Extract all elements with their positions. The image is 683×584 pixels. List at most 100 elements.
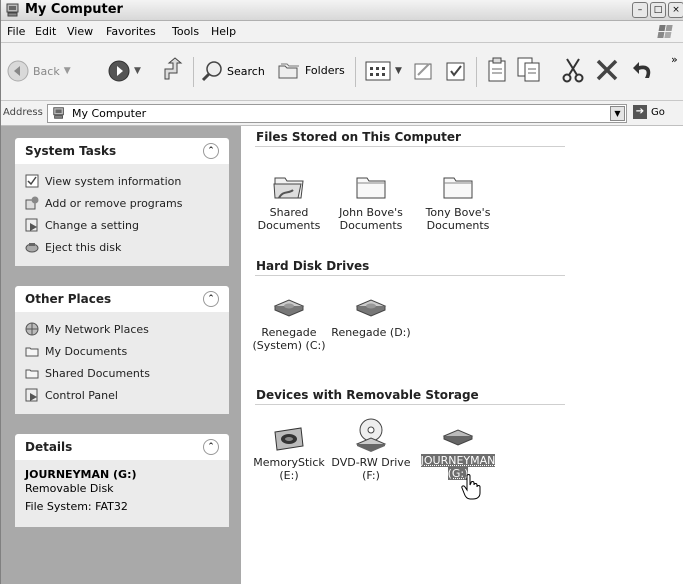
group-removable-title: Devices with Removable Storage — [256, 388, 479, 402]
task-label: View system information — [45, 175, 181, 188]
drive-renegade-d[interactable]: Renegade (D:) — [331, 296, 411, 339]
place-label: Shared Documents — [45, 367, 150, 380]
item-label: Tony Bove's Documents — [426, 206, 491, 232]
menu-help[interactable]: Help — [211, 25, 236, 38]
place-my-network-places[interactable]: My Network Places — [25, 318, 219, 340]
address-dropdown-icon[interactable]: ▼ — [610, 106, 625, 121]
up-folder-icon[interactable] — [161, 57, 185, 83]
go-label: Go — [651, 107, 665, 118]
folder-icon — [353, 170, 389, 202]
task-label: Eject this disk — [45, 241, 121, 254]
item-label: JOURNEYMAN (G:) — [421, 454, 496, 480]
hard-drive-icon — [353, 296, 389, 322]
cut-icon[interactable] — [561, 57, 585, 83]
hand-cursor-icon — [461, 474, 483, 500]
system-tasks-panel: System Tasks ⌃ View system information A… — [15, 138, 229, 266]
other-places-header[interactable]: Other Places ⌃ — [15, 286, 229, 312]
system-tasks-header[interactable]: System Tasks ⌃ — [15, 138, 229, 164]
folder-tony-bove-documents[interactable]: Tony Bove's Documents — [418, 170, 498, 232]
details-panel: Details ⌃ JOURNEYMAN (G:) Removable Disk… — [15, 434, 229, 527]
place-label: Control Panel — [45, 389, 118, 402]
folders-label: Folders — [305, 64, 345, 77]
control-panel-icon — [25, 388, 39, 402]
content-pane: Files Stored on This Computer Shared Doc… — [241, 126, 683, 584]
maximize-button[interactable]: □ — [650, 2, 666, 18]
views-dropdown-icon[interactable]: ▼ — [395, 66, 402, 76]
control-panel-icon — [25, 218, 39, 232]
folder-icon — [440, 170, 476, 202]
task-add-remove-programs[interactable]: Add or remove programs — [25, 192, 219, 214]
collapse-chevron-icon[interactable]: ⌃ — [203, 439, 219, 455]
views-icon — [365, 61, 391, 81]
title-bar[interactable]: My Computer – □ × — [1, 0, 683, 21]
window-title: My Computer — [25, 2, 123, 17]
panel-title: Other Places — [25, 292, 111, 306]
windows-logo-icon — [654, 23, 678, 40]
item-label: Shared Documents — [258, 206, 321, 232]
folder-shared-documents[interactable]: Shared Documents — [249, 170, 329, 232]
task-eject-disk[interactable]: Eject this disk — [25, 236, 219, 258]
toolbar: Back ▼ ▼ Search Folders ▼ » — [1, 43, 683, 101]
back-arrow-icon — [7, 60, 29, 82]
back-label: Back — [33, 65, 60, 78]
toolbar-overflow-chevron[interactable]: » — [671, 53, 678, 66]
my-computer-icon — [5, 2, 21, 18]
place-control-panel[interactable]: Control Panel — [25, 384, 219, 406]
panel-title: Details — [25, 440, 72, 454]
details-name: JOURNEYMAN (G:) — [25, 468, 219, 481]
task-view-system-info[interactable]: View system information — [25, 170, 219, 192]
menu-file[interactable]: File — [7, 25, 25, 38]
item-label: Renegade (System) (C:) — [252, 326, 325, 352]
copy-to-icon[interactable] — [445, 60, 467, 82]
item-label: DVD-RW Drive (F:) — [331, 456, 410, 482]
forward-dropdown-icon[interactable]: ▼ — [134, 66, 141, 76]
collapse-chevron-icon[interactable]: ⌃ — [203, 291, 219, 307]
item-label: John Bove's Documents — [339, 206, 403, 232]
task-change-setting[interactable]: Change a setting — [25, 214, 219, 236]
add-remove-icon — [25, 196, 39, 210]
search-button[interactable]: Search — [201, 60, 265, 82]
drive-journeyman-g[interactable]: JOURNEYMAN (G:) — [418, 426, 498, 480]
place-my-documents[interactable]: My Documents — [25, 340, 219, 362]
close-button[interactable]: × — [668, 2, 683, 18]
other-places-panel: Other Places ⌃ My Network Places My Docu… — [15, 286, 229, 414]
go-button[interactable]: ➔ Go — [633, 105, 665, 119]
drive-dvd-rw-f[interactable]: DVD-RW Drive (F:) — [331, 418, 411, 482]
place-shared-documents[interactable]: Shared Documents — [25, 362, 219, 384]
hard-drive-icon — [271, 296, 307, 322]
paste-icon[interactable] — [487, 57, 509, 83]
views-button[interactable]: ▼ — [365, 61, 402, 81]
place-label: My Documents — [45, 345, 127, 358]
removable-disk-icon — [440, 426, 476, 450]
details-header[interactable]: Details ⌃ — [15, 434, 229, 460]
place-label: My Network Places — [45, 323, 149, 336]
back-button[interactable]: Back ▼ — [7, 60, 71, 82]
forward-button[interactable]: ▼ — [108, 60, 141, 82]
undo-icon[interactable] — [631, 58, 655, 82]
group-drives-title: Hard Disk Drives — [256, 259, 369, 273]
copy-icon[interactable] — [517, 57, 541, 83]
group-files-title: Files Stored on This Computer — [256, 130, 461, 144]
minimize-button[interactable]: – — [632, 2, 648, 18]
menu-favorites[interactable]: Favorites — [106, 25, 156, 38]
folders-button[interactable]: Folders — [277, 60, 345, 80]
address-input[interactable]: My Computer ▼ — [47, 104, 627, 123]
drive-renegade-c[interactable]: Renegade (System) (C:) — [249, 296, 329, 352]
menu-view[interactable]: View — [67, 25, 93, 38]
details-type: Removable Disk — [25, 482, 219, 495]
menu-tools[interactable]: Tools — [172, 25, 199, 38]
task-label: Add or remove programs — [45, 197, 183, 210]
move-to-icon[interactable] — [413, 60, 435, 82]
task-pane: System Tasks ⌃ View system information A… — [1, 126, 241, 584]
eject-icon — [25, 240, 39, 254]
menu-bar: File Edit View Favorites Tools Help — [1, 21, 683, 43]
panel-title: System Tasks — [25, 144, 116, 158]
collapse-chevron-icon[interactable]: ⌃ — [203, 143, 219, 159]
folder-john-bove-documents[interactable]: John Bove's Documents — [331, 170, 411, 232]
menu-edit[interactable]: Edit — [35, 25, 56, 38]
drive-memorystick-e[interactable]: MemoryStick (E:) — [249, 424, 329, 482]
back-dropdown-icon[interactable]: ▼ — [64, 66, 71, 76]
item-label: MemoryStick (E:) — [253, 456, 325, 482]
my-computer-window: My Computer – □ × File Edit View Favorit… — [0, 0, 683, 584]
delete-icon[interactable] — [595, 58, 619, 82]
